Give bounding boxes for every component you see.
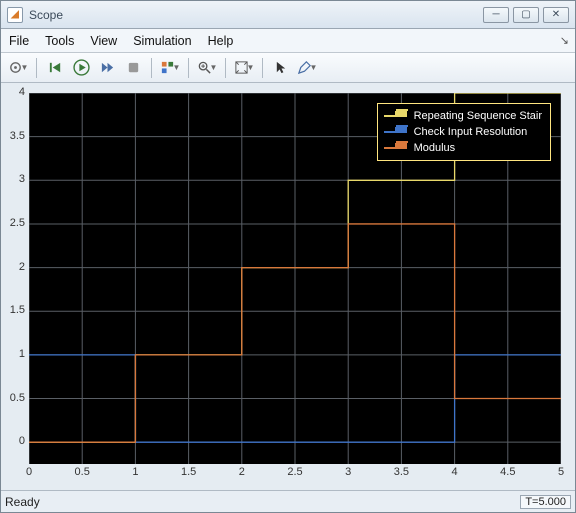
y-tick-label: 1	[3, 348, 25, 360]
y-tick-label: 2	[3, 261, 25, 273]
x-tick-label: 5	[558, 466, 564, 478]
legend-swatch-icon	[384, 115, 408, 117]
x-tick-label: 1.5	[181, 466, 196, 478]
cursor-icon	[274, 60, 289, 75]
config-button[interactable]: ▼	[7, 57, 29, 79]
legend-entry-0: Repeating Sequence Stair	[384, 108, 542, 124]
x-tick-label: 3	[345, 466, 351, 478]
close-button[interactable]: ✕	[543, 7, 569, 23]
run-button[interactable]	[70, 57, 92, 79]
plot-settings-button[interactable]: ▼	[296, 57, 318, 79]
legend-label: Repeating Sequence Stair	[414, 110, 542, 122]
y-tick-label: 3.5	[3, 130, 25, 142]
legend-label: Check Input Resolution	[414, 126, 528, 138]
y-tick-label: 3	[3, 173, 25, 185]
minimize-button[interactable]: ─	[483, 7, 509, 23]
y-tick-label: 0	[3, 435, 25, 447]
step-back-button[interactable]	[44, 57, 66, 79]
step-forward-icon	[100, 60, 115, 75]
trigger-button[interactable]: ▼	[159, 57, 181, 79]
window-titlebar: ◢ Scope ─ ▢ ✕	[1, 1, 575, 29]
legend-swatch-icon	[384, 147, 408, 149]
sim-time: T=5.000	[520, 495, 571, 509]
window-title: Scope	[29, 8, 483, 22]
app-icon: ◢	[7, 7, 23, 23]
menu-help[interactable]: Help	[208, 34, 234, 48]
x-tick-label: 0	[26, 466, 32, 478]
plot-area[interactable]: Repeating Sequence Stair Check Input Res…	[7, 87, 565, 486]
menu-tools[interactable]: Tools	[45, 34, 74, 48]
status-text: Ready	[5, 495, 520, 509]
x-tick-label: 2	[239, 466, 245, 478]
toolbar: ▼ ▼ ▼ ▼ ▼	[1, 53, 575, 83]
legend-swatch-icon	[384, 131, 408, 133]
stop-icon	[126, 60, 141, 75]
menubar: File Tools View Simulation Help ↘	[1, 29, 575, 53]
menu-view[interactable]: View	[90, 34, 117, 48]
legend-entry-2: Modulus	[384, 140, 542, 156]
play-icon	[73, 59, 90, 76]
y-tick-label: 2.5	[3, 217, 25, 229]
x-tick-label: 4	[452, 466, 458, 478]
x-tick-label: 1	[132, 466, 138, 478]
legend-label: Modulus	[414, 142, 456, 154]
y-tick-label: 4	[3, 86, 25, 98]
legend[interactable]: Repeating Sequence Stair Check Input Res…	[377, 103, 551, 161]
toolbar-expand-icon[interactable]: ↘	[560, 34, 569, 47]
maximize-button[interactable]: ▢	[513, 7, 539, 23]
stop-button[interactable]	[122, 57, 144, 79]
legend-entry-1: Check Input Resolution	[384, 124, 542, 140]
statusbar: Ready T=5.000	[1, 490, 575, 512]
menu-file[interactable]: File	[9, 34, 29, 48]
step-forward-button[interactable]	[96, 57, 118, 79]
axes: Repeating Sequence Stair Check Input Res…	[29, 93, 561, 464]
step-back-icon	[48, 60, 63, 75]
zoom-button[interactable]: ▼	[196, 57, 218, 79]
x-tick-label: 0.5	[75, 466, 90, 478]
x-tick-label: 4.5	[500, 466, 515, 478]
plot-container: Repeating Sequence Stair Check Input Res…	[1, 83, 575, 490]
x-tick-label: 2.5	[287, 466, 302, 478]
y-tick-label: 0.5	[3, 392, 25, 404]
x-tick-label: 3.5	[394, 466, 409, 478]
autoscale-button[interactable]: ▼	[233, 57, 255, 79]
cursor-measure-button[interactable]	[270, 57, 292, 79]
menu-simulation[interactable]: Simulation	[133, 34, 191, 48]
y-tick-label: 1.5	[3, 304, 25, 316]
